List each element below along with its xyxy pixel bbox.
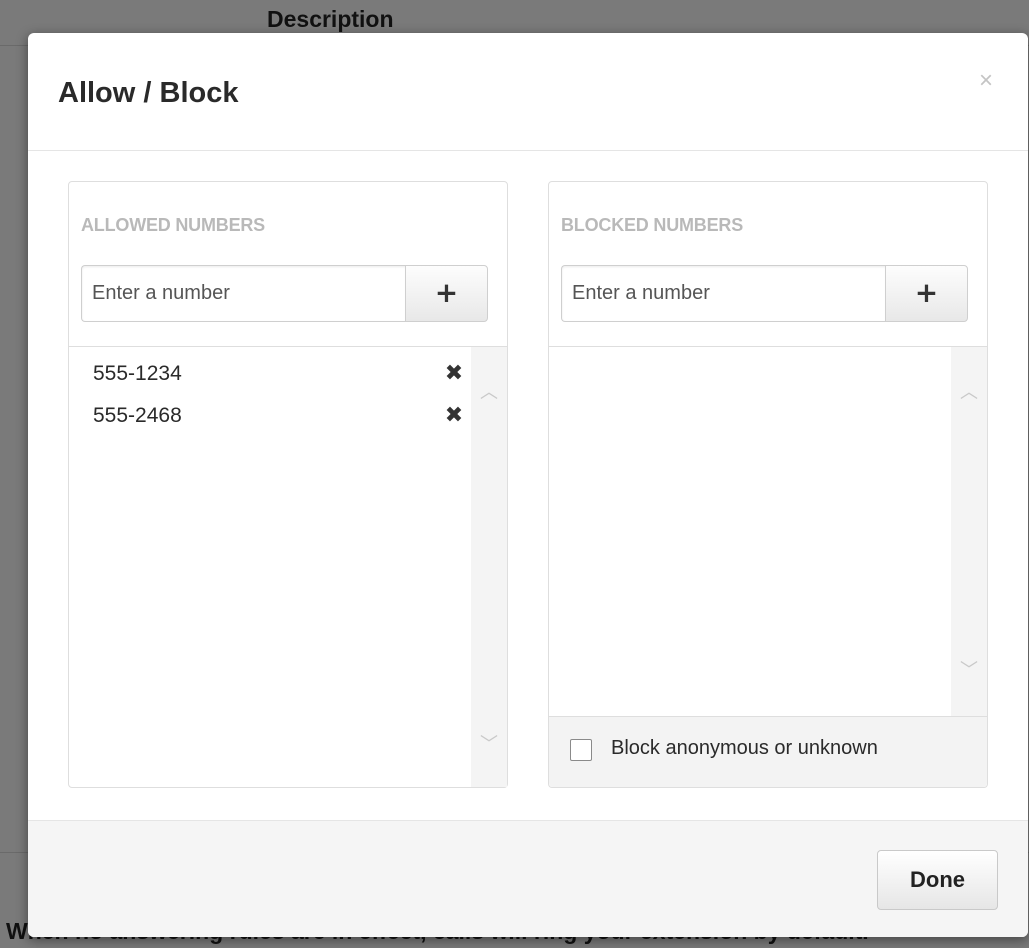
blocked-number-input[interactable]	[561, 265, 886, 322]
allowed-number-text: 555-2468	[93, 404, 182, 427]
blocked-numbers-panel: BLOCKED NUMBERS + ︿ ﹀ Block anonymous or…	[548, 181, 988, 788]
block-anonymous-row: Block anonymous or unknown	[549, 716, 987, 787]
chevron-down-icon[interactable]: ﹀	[479, 735, 499, 755]
allow-block-dialog: Allow / Block × ALLOWED NUMBERS + 555-12…	[28, 33, 1028, 937]
background-column-title: Description	[267, 6, 394, 32]
blocked-numbers-list: ︿ ﹀	[549, 346, 987, 716]
blocked-list-scrollbar[interactable]: ︿ ﹀	[951, 347, 987, 716]
allowed-list-scrollbar[interactable]: ︿ ﹀	[471, 347, 507, 787]
allowed-numbers-list: 555-1234 ✖ 555-2468 ✖ ︿ ﹀	[69, 346, 507, 787]
allowed-number-input[interactable]	[81, 265, 406, 322]
dialog-header: Allow / Block ×	[28, 33, 1028, 151]
remove-x-icon[interactable]: ✖	[443, 395, 465, 437]
allowed-numbers-panel: ALLOWED NUMBERS + 555-1234 ✖ 555-2468 ✖ …	[68, 181, 508, 788]
chevron-up-icon[interactable]: ︿	[959, 383, 979, 403]
add-allowed-number-button[interactable]: +	[405, 265, 488, 322]
remove-x-icon[interactable]: ✖	[443, 353, 465, 395]
dialog-title: Allow / Block	[58, 77, 239, 109]
allowed-numbers-title: ALLOWED NUMBERS	[81, 215, 265, 235]
chevron-up-icon[interactable]: ︿	[479, 383, 499, 403]
allowed-number-text: 555-1234	[93, 362, 182, 385]
add-blocked-number-button[interactable]: +	[885, 265, 968, 322]
plus-icon: +	[914, 276, 939, 309]
close-icon[interactable]: ×	[972, 67, 1000, 95]
plus-icon: +	[434, 276, 459, 309]
blocked-numbers-title: BLOCKED NUMBERS	[561, 215, 744, 235]
chevron-down-icon[interactable]: ﹀	[959, 661, 979, 681]
list-item: 555-1234 ✖	[93, 353, 465, 395]
done-button[interactable]: Done	[877, 850, 998, 910]
list-item: 555-2468 ✖	[93, 395, 465, 437]
dialog-footer: Done	[28, 820, 1028, 937]
block-anonymous-label[interactable]: Block anonymous or unknown	[611, 737, 878, 760]
block-anonymous-checkbox[interactable]	[570, 739, 592, 761]
